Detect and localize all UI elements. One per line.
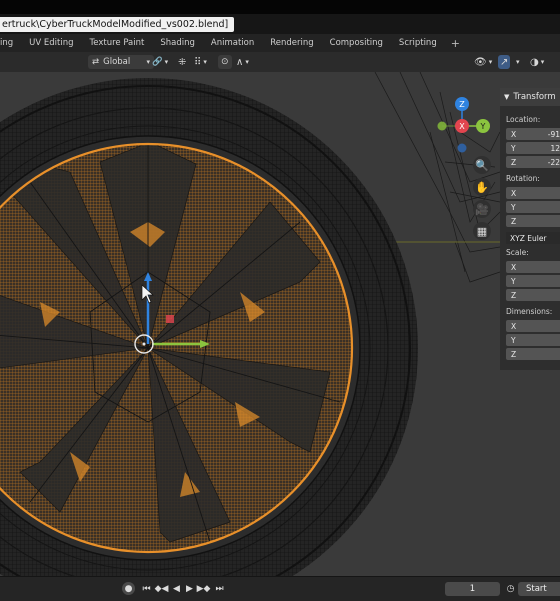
chevron-down-icon: ▾ xyxy=(164,58,169,66)
tab-compositing[interactable]: Compositing xyxy=(322,38,391,48)
jump-end-icon: ⏭ xyxy=(215,583,224,594)
prev-keyframe-button[interactable]: ◆◀ xyxy=(154,582,169,595)
camera-view-button[interactable]: 🎥 xyxy=(473,200,491,218)
falloff-curve-icon: ∧ xyxy=(236,56,244,68)
dimensions-y-field[interactable]: Y xyxy=(506,334,560,346)
tab-uv-editing[interactable]: UV Editing xyxy=(21,38,81,48)
overlay-toggle[interactable]: ◑ ▾ xyxy=(530,55,544,69)
pan-button[interactable]: ✋ xyxy=(473,178,491,196)
jump-start-button[interactable]: ⏮ xyxy=(140,582,153,595)
next-keyframe-button[interactable]: ▶◆ xyxy=(196,582,211,595)
grid-icon: ▦ xyxy=(476,224,488,238)
transform-title: Transform xyxy=(513,92,556,102)
jump-start-icon: ⏮ xyxy=(142,583,151,594)
overlay-icon: ◑ xyxy=(530,56,539,68)
magnifier-icon: 🔍 xyxy=(475,158,489,172)
orientation-label: Global xyxy=(103,57,131,67)
gizmo-toggle[interactable]: ↗ xyxy=(498,55,511,69)
zoom-button[interactable]: 🔍 xyxy=(473,156,491,174)
snap-toggle[interactable]: ⁜ xyxy=(178,55,186,69)
timeline-bar: ● ⏮ ◆◀ ◀ ▶ ▶◆ ⏭ 1 ◷ Start xyxy=(0,576,560,601)
chevron-down-icon: ▾ xyxy=(203,58,207,66)
proportional-edit-toggle[interactable]: ⊙ xyxy=(218,55,232,69)
start-label: Start xyxy=(526,584,547,594)
gizmo-z-axis[interactable]: Z xyxy=(455,97,469,111)
scale-z-field[interactable]: Z xyxy=(506,289,560,301)
location-z-field[interactable]: Z -22 xyxy=(506,156,560,168)
chevron-down-icon: ▾ xyxy=(488,58,493,66)
dimensions-z-field[interactable]: Z xyxy=(506,348,560,360)
orientation-icon: ⇄ xyxy=(92,57,100,67)
record-icon: ● xyxy=(124,583,133,594)
snap-dropdown[interactable]: ⠿ ▾ xyxy=(194,55,207,69)
top-strip xyxy=(0,0,560,14)
prev-keyframe-icon: ◆◀ xyxy=(154,583,169,594)
gizmo-dropdown[interactable]: ▾ xyxy=(516,55,520,69)
falloff-dropdown[interactable]: ∧ ▾ xyxy=(236,55,249,69)
record-button[interactable]: ● xyxy=(122,582,135,595)
3d-viewport[interactable]: Z X Y 🔍 ✋ 🎥 ▦ xyxy=(0,72,560,576)
tab-texture-paint[interactable]: Texture Paint xyxy=(82,38,153,48)
ortho-toggle-button[interactable]: ▦ xyxy=(473,222,491,240)
tab-rendering[interactable]: Rendering xyxy=(262,38,321,48)
dimensions-x-field[interactable]: X xyxy=(506,320,560,332)
grid-snap-icon: ⠿ xyxy=(194,56,202,68)
current-frame-field[interactable]: 1 xyxy=(445,582,500,596)
tab-layout[interactable]: ing xyxy=(0,38,21,48)
chevron-down-icon: ▾ xyxy=(146,58,150,66)
rotation-y-field[interactable]: Y xyxy=(506,201,560,213)
jump-end-button[interactable]: ⏭ xyxy=(213,582,226,595)
transform-panel-header[interactable]: ▼ Transform xyxy=(500,88,560,106)
rotation-x-field[interactable]: X xyxy=(506,187,560,199)
tab-shading[interactable]: Shading xyxy=(152,38,203,48)
visibility-dropdown[interactable]: 👁 ▾ xyxy=(474,55,492,69)
orientation-dropdown[interactable]: ⇄ Global ▾ xyxy=(88,55,154,69)
location-y-field[interactable]: Y 12 xyxy=(506,142,560,154)
start-frame-field[interactable]: Start xyxy=(518,582,560,596)
play-reverse-icon: ◀ xyxy=(173,583,180,594)
rotation-z-field[interactable]: Z xyxy=(506,215,560,227)
navigation-gizmo[interactable]: Z X Y xyxy=(430,92,500,162)
eye-icon: 👁 xyxy=(474,56,487,68)
snap-icon: ⁜ xyxy=(178,56,187,68)
scale-y-field[interactable]: Y xyxy=(506,275,560,287)
chevron-down-icon: ▼ xyxy=(504,93,510,101)
play-button[interactable]: ▶ xyxy=(183,582,196,595)
gizmo-y-axis[interactable]: Y xyxy=(476,119,490,133)
gizmo-x-axis[interactable]: X xyxy=(455,119,469,133)
scale-x-field[interactable]: X xyxy=(506,261,560,273)
camera-icon: 🎥 xyxy=(475,202,489,216)
next-keyframe-icon: ▶◆ xyxy=(196,583,211,594)
hand-icon: ✋ xyxy=(475,180,489,194)
play-reverse-button[interactable]: ◀ xyxy=(170,582,183,595)
tab-animation[interactable]: Animation xyxy=(203,38,262,48)
chevron-down-icon: ▾ xyxy=(516,58,520,66)
link-icon: 🔗 xyxy=(152,57,163,67)
proportional-edit-icon: ⊙ xyxy=(221,57,229,67)
gizmo-icon: ↗ xyxy=(500,56,509,68)
rotation-label: Rotation: xyxy=(506,174,540,183)
preview-range-toggle[interactable]: ◷ xyxy=(504,582,517,595)
rotation-mode-dropdown[interactable]: XYZ Euler xyxy=(506,232,560,244)
workspace-tabs: ing UV Editing Texture Paint Shading Ani… xyxy=(0,34,560,52)
dimensions-label: Dimensions: xyxy=(506,307,553,316)
x-plane-handle xyxy=(166,315,174,323)
tab-scripting[interactable]: Scripting xyxy=(391,38,445,48)
chevron-down-icon: ▾ xyxy=(245,58,249,66)
add-workspace-button[interactable]: + xyxy=(445,37,466,50)
scale-label: Scale: xyxy=(506,248,529,257)
viewport-header: ⇄ Global ▾ 🔗 ▾ ⁜ ⠿ ▾ ⊙ ∧ ▾ 👁 ▾ ↗ ▾ ◑ ▾ xyxy=(0,52,560,73)
location-label: Location: xyxy=(506,115,541,124)
window-title: ertruck\CyberTruckModelModified_vs002.bl… xyxy=(0,16,235,32)
title-bar: ertruck\CyberTruckModelModified_vs002.bl… xyxy=(0,14,560,34)
play-icon: ▶ xyxy=(186,583,193,594)
pivot-point-dropdown[interactable]: 🔗 ▾ xyxy=(152,55,168,69)
clock-icon: ◷ xyxy=(506,583,515,594)
chevron-down-icon: ▾ xyxy=(540,58,545,66)
transform-panel: ▼ Transform Location: X -91 Y 12 Z -22 Rota… xyxy=(500,88,560,370)
location-x-field[interactable]: X -91 xyxy=(506,128,560,140)
